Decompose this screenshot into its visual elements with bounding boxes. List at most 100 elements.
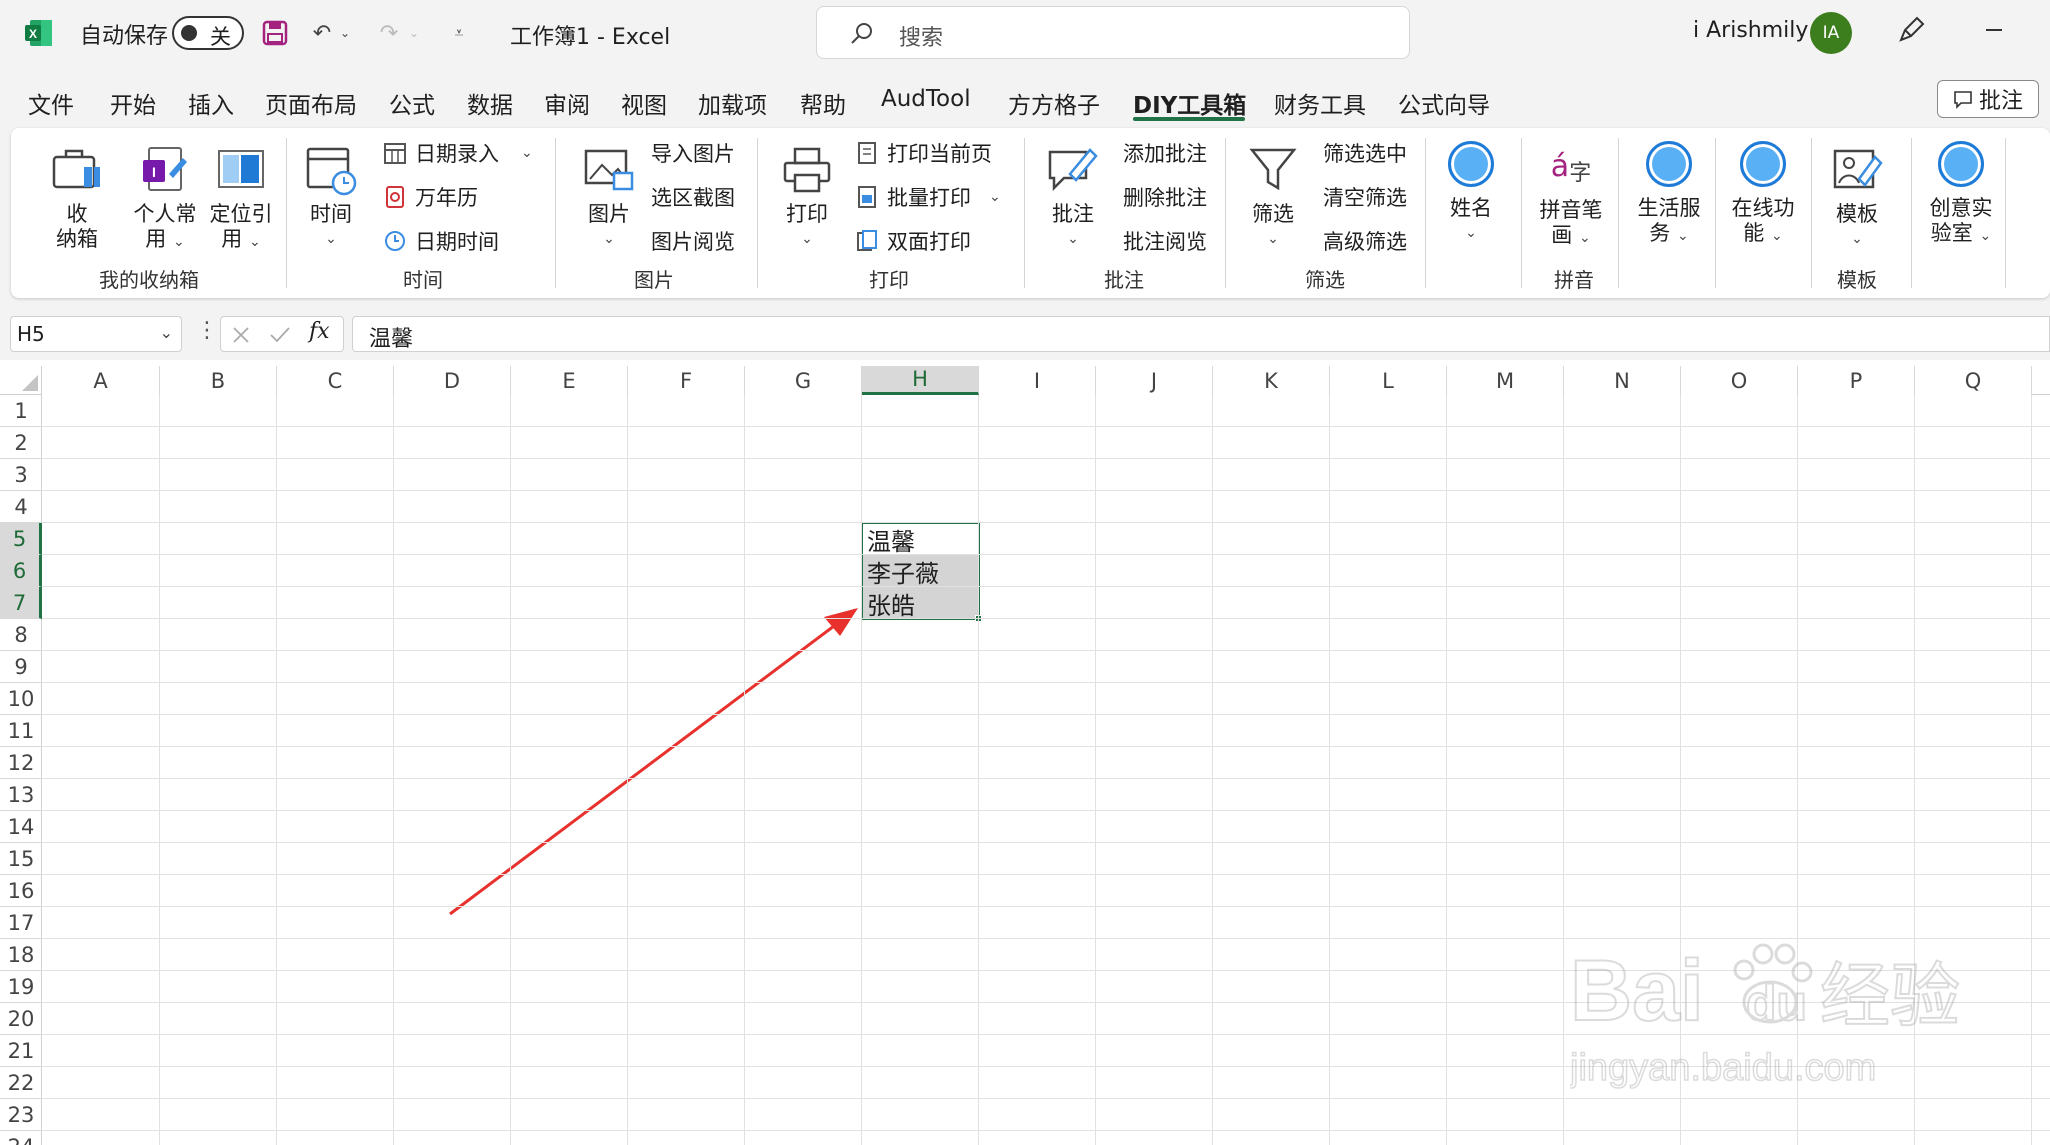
insert-function-icon[interactable]: fx bbox=[309, 319, 330, 344]
date-entry-button[interactable]: 日期录入 ⌄ bbox=[381, 138, 533, 168]
column-header-B[interactable]: B bbox=[160, 366, 277, 395]
row-header-17[interactable]: 17 bbox=[0, 907, 42, 939]
tab-formulas[interactable]: 公式 bbox=[389, 86, 435, 120]
image-viewer-button[interactable]: 图片阅览 bbox=[651, 226, 735, 256]
column-header-D[interactable]: D bbox=[394, 366, 511, 395]
filter-button[interactable]: 筛选 ⌄ bbox=[1241, 142, 1305, 252]
duplex-print-button[interactable]: 双面打印 bbox=[853, 226, 971, 256]
column-header-P[interactable]: P bbox=[1798, 366, 1915, 395]
print-current-page-button[interactable]: 打印当前页 bbox=[853, 138, 992, 168]
row-header-1[interactable]: 1 bbox=[0, 395, 42, 427]
row-header-6[interactable]: 6 bbox=[0, 555, 42, 587]
date-time-button[interactable]: 日期时间 bbox=[381, 226, 499, 256]
row-header-23[interactable]: 23 bbox=[0, 1099, 42, 1131]
print-button[interactable]: 打印 ⌄ bbox=[775, 142, 839, 252]
pen-icon[interactable] bbox=[1895, 14, 1931, 50]
redo-dropdown-icon[interactable]: ⌄ bbox=[404, 16, 424, 50]
column-header-N[interactable]: N bbox=[1564, 366, 1681, 395]
row-header-11[interactable]: 11 bbox=[0, 715, 42, 747]
pinyin-stroke-button[interactable]: á字 拼音笔 画 ⌄ bbox=[1533, 138, 1609, 251]
row-header-10[interactable]: 10 bbox=[0, 683, 42, 715]
import-image-button[interactable]: 导入图片 bbox=[651, 138, 735, 168]
row-header-18[interactable]: 18 bbox=[0, 939, 42, 971]
search-box[interactable]: 搜索 bbox=[816, 6, 1410, 59]
name-button[interactable]: 姓名 ⌄ bbox=[1439, 136, 1503, 246]
tab-audtool[interactable]: AudTool bbox=[881, 86, 971, 112]
image-button[interactable]: 图片 ⌄ bbox=[577, 142, 641, 252]
column-header-G[interactable]: G bbox=[745, 366, 862, 395]
column-header-Q[interactable]: Q bbox=[1915, 366, 2032, 395]
redo-icon[interactable]: ↷ bbox=[372, 16, 406, 50]
more-options-icon[interactable]: ⋮ bbox=[196, 318, 218, 343]
tab-review[interactable]: 审阅 bbox=[544, 86, 590, 120]
tab-help[interactable]: 帮助 bbox=[800, 86, 846, 120]
column-header-K[interactable]: K bbox=[1213, 366, 1330, 395]
perpetual-calendar-button[interactable]: 万年历 bbox=[381, 182, 478, 212]
column-header-M[interactable]: M bbox=[1447, 366, 1564, 395]
delete-comment-button[interactable]: 删除批注 bbox=[1123, 182, 1207, 212]
undo-dropdown-icon[interactable]: ⌄ bbox=[335, 16, 355, 50]
column-header-E[interactable]: E bbox=[511, 366, 628, 395]
tab-addins[interactable]: 加载项 bbox=[698, 86, 767, 120]
row-header-15[interactable]: 15 bbox=[0, 843, 42, 875]
autosave-toggle[interactable]: 关 bbox=[172, 16, 244, 50]
column-header-L[interactable]: L bbox=[1330, 366, 1447, 395]
row-header-2[interactable]: 2 bbox=[0, 427, 42, 459]
life-services-button[interactable]: 生活服 务 ⌄ bbox=[1629, 136, 1709, 249]
row-header-14[interactable]: 14 bbox=[0, 811, 42, 843]
tab-insert[interactable]: 插入 bbox=[188, 86, 234, 120]
avatar[interactable]: IA bbox=[1810, 12, 1852, 54]
tab-diy-toolbox[interactable]: DIY工具箱 bbox=[1133, 86, 1246, 120]
clear-filter-button[interactable]: 清空筛选 bbox=[1323, 182, 1407, 212]
row-header-7[interactable]: 7 bbox=[0, 587, 42, 619]
column-header-O[interactable]: O bbox=[1681, 366, 1798, 395]
column-header-A[interactable]: A bbox=[42, 366, 160, 395]
add-comment-button[interactable]: 添加批注 bbox=[1123, 138, 1207, 168]
batch-print-button[interactable]: 批量打印 ⌄ bbox=[853, 182, 1001, 212]
tab-finance-tools[interactable]: 财务工具 bbox=[1274, 86, 1366, 120]
row-header-12[interactable]: 12 bbox=[0, 747, 42, 779]
storage-box-button[interactable]: 收 纳箱 bbox=[35, 142, 119, 252]
formula-input[interactable]: 温馨 bbox=[352, 316, 2050, 352]
row-header-16[interactable]: 16 bbox=[0, 875, 42, 907]
tab-file[interactable]: 文件 bbox=[28, 86, 74, 120]
row-header-24[interactable]: 24 bbox=[0, 1131, 42, 1145]
row-header-19[interactable]: 19 bbox=[0, 971, 42, 1003]
tab-formula-wizard[interactable]: 公式向导 bbox=[1398, 86, 1490, 120]
minimize-icon[interactable] bbox=[1978, 14, 2014, 50]
tab-view[interactable]: 视图 bbox=[621, 86, 667, 120]
creative-lab-button[interactable]: 创意实 验室 ⌄ bbox=[1921, 136, 2001, 249]
tab-data[interactable]: 数据 bbox=[467, 86, 513, 120]
comment-button[interactable]: 批注 ⌄ bbox=[1041, 142, 1105, 252]
column-header-C[interactable]: C bbox=[277, 366, 394, 395]
undo-icon[interactable]: ↶ bbox=[305, 16, 339, 50]
advanced-filter-button[interactable]: 高级筛选 bbox=[1323, 226, 1407, 256]
chevron-down-icon[interactable]: ⌄ bbox=[160, 323, 173, 342]
comment-viewer-button[interactable]: 批注阅览 bbox=[1123, 226, 1207, 256]
customize-toolbar-icon[interactable]: ⩡ bbox=[442, 16, 476, 50]
row-header-20[interactable]: 20 bbox=[0, 1003, 42, 1035]
name-box[interactable]: H5 ⌄ bbox=[10, 316, 182, 352]
row-header-9[interactable]: 9 bbox=[0, 651, 42, 683]
cancel-icon[interactable] bbox=[231, 325, 251, 345]
locate-reference-button[interactable]: 定位引 用 ⌄ bbox=[201, 142, 281, 255]
column-header-J[interactable]: J bbox=[1096, 366, 1213, 395]
template-button[interactable]: 模板 ⌄ bbox=[1825, 142, 1889, 252]
save-icon[interactable] bbox=[258, 16, 292, 50]
row-header-3[interactable]: 3 bbox=[0, 459, 42, 491]
personal-common-button[interactable]: I 个人常 用 ⌄ bbox=[125, 142, 205, 255]
user-name[interactable]: i Arishmily bbox=[1693, 18, 1808, 43]
tab-page-layout[interactable]: 页面布局 bbox=[265, 86, 357, 120]
time-button[interactable]: 时间 ⌄ bbox=[299, 142, 363, 252]
row-header-21[interactable]: 21 bbox=[0, 1035, 42, 1067]
filter-selected-button[interactable]: 筛选选中 bbox=[1323, 138, 1407, 168]
online-features-button[interactable]: 在线功 能 ⌄ bbox=[1723, 136, 1803, 249]
comments-button[interactable]: 批注 bbox=[1937, 80, 2039, 118]
row-header-13[interactable]: 13 bbox=[0, 779, 42, 811]
column-header-I[interactable]: I bbox=[979, 366, 1096, 395]
enter-icon[interactable] bbox=[269, 325, 291, 345]
tab-home[interactable]: 开始 bbox=[110, 86, 156, 120]
row-header-4[interactable]: 4 bbox=[0, 491, 42, 523]
column-header-F[interactable]: F bbox=[628, 366, 745, 395]
column-header-H[interactable]: H bbox=[862, 366, 979, 395]
